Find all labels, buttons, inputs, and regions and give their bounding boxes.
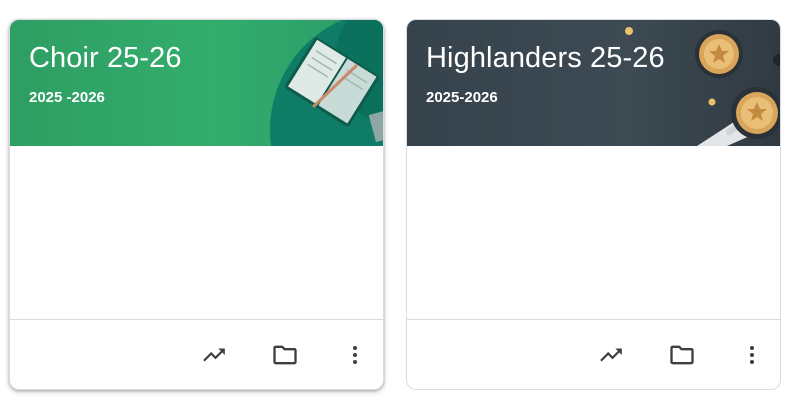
trending-up-icon	[600, 348, 622, 362]
folder-icon	[273, 345, 297, 365]
folder-icon	[670, 345, 694, 365]
more-options-button[interactable]	[734, 337, 770, 373]
class-title: Highlanders 25-26	[426, 42, 665, 74]
class-card-choir: Choir 25-26 2025 -2026	[9, 19, 384, 390]
open-your-work-button[interactable]	[593, 337, 629, 373]
book-illustration-icon	[270, 20, 383, 146]
open-folder-button[interactable]	[267, 337, 303, 373]
trending-up-icon	[203, 348, 225, 362]
class-card-highlanders: Highlanders 25-26 2025-2026	[406, 19, 781, 390]
trophy-medals-illustration-icon	[625, 27, 780, 146]
class-card-actions	[10, 320, 383, 389]
more-options-button[interactable]	[337, 337, 373, 373]
open-your-work-button[interactable]	[196, 337, 232, 373]
open-folder-button[interactable]	[664, 337, 700, 373]
class-card-body	[407, 146, 780, 319]
class-card-banner[interactable]: Choir 25-26 2025 -2026	[10, 20, 383, 146]
more-vert-icon	[750, 346, 754, 364]
class-card-actions	[407, 320, 780, 389]
more-vert-icon	[353, 346, 357, 364]
class-title: Choir 25-26	[29, 42, 182, 74]
class-card-body	[10, 146, 383, 319]
class-section: 2025 -2026	[29, 89, 105, 106]
class-card-banner[interactable]: Highlanders 25-26 2025-2026	[407, 20, 780, 146]
class-section: 2025-2026	[426, 89, 498, 106]
